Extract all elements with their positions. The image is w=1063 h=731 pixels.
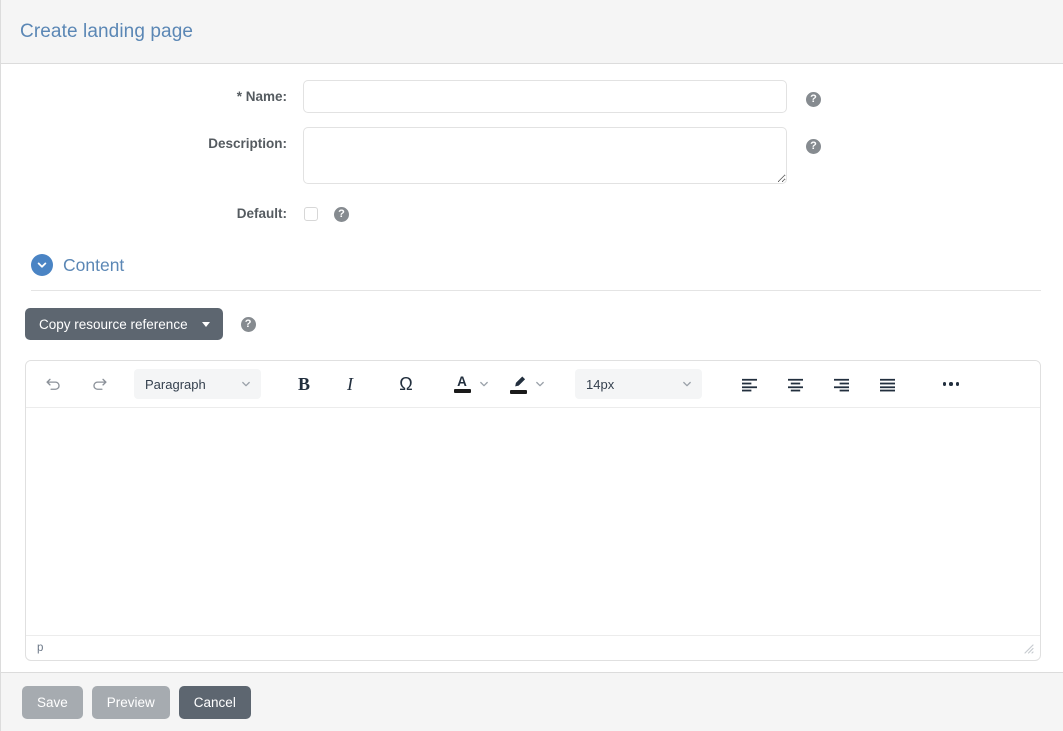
bold-icon[interactable]: B <box>287 368 321 400</box>
create-landing-page-panel: Create landing page * Name: ? Descriptio… <box>0 0 1063 731</box>
panel-header: Create landing page <box>1 0 1063 64</box>
text-color-letter: A <box>457 374 467 389</box>
redo-arrow-icon[interactable] <box>82 368 116 400</box>
copy-resource-reference-row: Copy resource reference ? <box>1 291 1063 340</box>
caret-down-icon <box>201 321 210 327</box>
chevron-down-icon <box>240 378 252 390</box>
content-section-title: Content <box>63 254 125 275</box>
question-circle-icon[interactable]: ? <box>334 206 349 222</box>
highlight-color-swatch <box>509 389 527 394</box>
highlight-color-chevron-down-icon[interactable] <box>531 378 549 390</box>
copy-resource-reference-button[interactable]: Copy resource reference <box>25 308 223 340</box>
preview-button[interactable]: Preview <box>91 685 170 719</box>
form-row-description: Description: ? <box>1 127 1063 184</box>
align-right-icon[interactable] <box>824 368 858 400</box>
rich-text-editor: Paragraph B I Ω A 14px p <box>25 360 1041 661</box>
save-button[interactable]: Save <box>22 685 83 719</box>
name-label: * Name: <box>236 89 287 104</box>
default-checkbox[interactable] <box>304 207 318 221</box>
block-format-value: Paragraph <box>145 376 206 392</box>
form-row-name: * Name: ? <box>1 80 1063 114</box>
name-field-wrap <box>303 80 787 113</box>
description-label: Description: <box>208 136 287 151</box>
panel-body: * Name: ? Description: ? Default: ? Cont… <box>1 64 1063 672</box>
content-section-header: Content <box>1 245 1063 276</box>
name-help-wrap: ? <box>806 80 821 107</box>
question-circle-icon[interactable]: ? <box>806 139 821 154</box>
resize-grip-icon[interactable] <box>1022 642 1034 654</box>
undo-arrow-icon[interactable] <box>36 368 70 400</box>
question-circle-icon[interactable]: ? <box>806 92 821 107</box>
text-color-chevron-down-icon[interactable] <box>475 378 493 390</box>
page-title: Create landing page <box>20 20 194 42</box>
text-color-swatch <box>453 389 471 393</box>
chevron-down-circle-icon[interactable] <box>31 254 53 276</box>
italic-icon[interactable]: I <box>333 368 367 400</box>
editor-toolbar: Paragraph B I Ω A 14px <box>26 361 1040 408</box>
cancel-button[interactable]: Cancel <box>178 685 251 719</box>
question-circle-icon[interactable]: ? <box>240 316 256 332</box>
element-path[interactable]: p <box>37 642 43 654</box>
description-help-wrap: ? <box>806 127 821 154</box>
more-dots <box>942 382 960 386</box>
align-justify-icon[interactable] <box>870 368 904 400</box>
more-horizontal-icon[interactable] <box>934 368 968 400</box>
omega-special-character-icon[interactable]: Ω <box>389 368 423 400</box>
description-field-wrap <box>303 127 787 184</box>
default-field-wrap: ? <box>303 197 349 231</box>
align-center-icon[interactable] <box>778 368 812 400</box>
font-size-value: 14px <box>586 376 615 392</box>
chevron-down-icon <box>681 378 693 390</box>
copy-resource-reference-label: Copy resource reference <box>39 316 188 332</box>
default-label: Default: <box>236 206 287 221</box>
text-color-icon[interactable]: A <box>449 368 475 400</box>
editor-status-bar: p <box>26 635 1040 660</box>
font-size-select[interactable]: 14px <box>575 369 702 399</box>
panel-footer: Save Preview Cancel <box>1 672 1063 731</box>
block-format-select[interactable]: Paragraph <box>134 369 261 399</box>
description-textarea[interactable] <box>303 127 787 184</box>
align-left-icon[interactable] <box>732 368 766 400</box>
form-row-default: Default: ? <box>1 197 1063 231</box>
highlight-pen-icon[interactable] <box>505 368 531 400</box>
editor-content-area[interactable] <box>26 408 1040 635</box>
name-input[interactable] <box>303 80 787 113</box>
